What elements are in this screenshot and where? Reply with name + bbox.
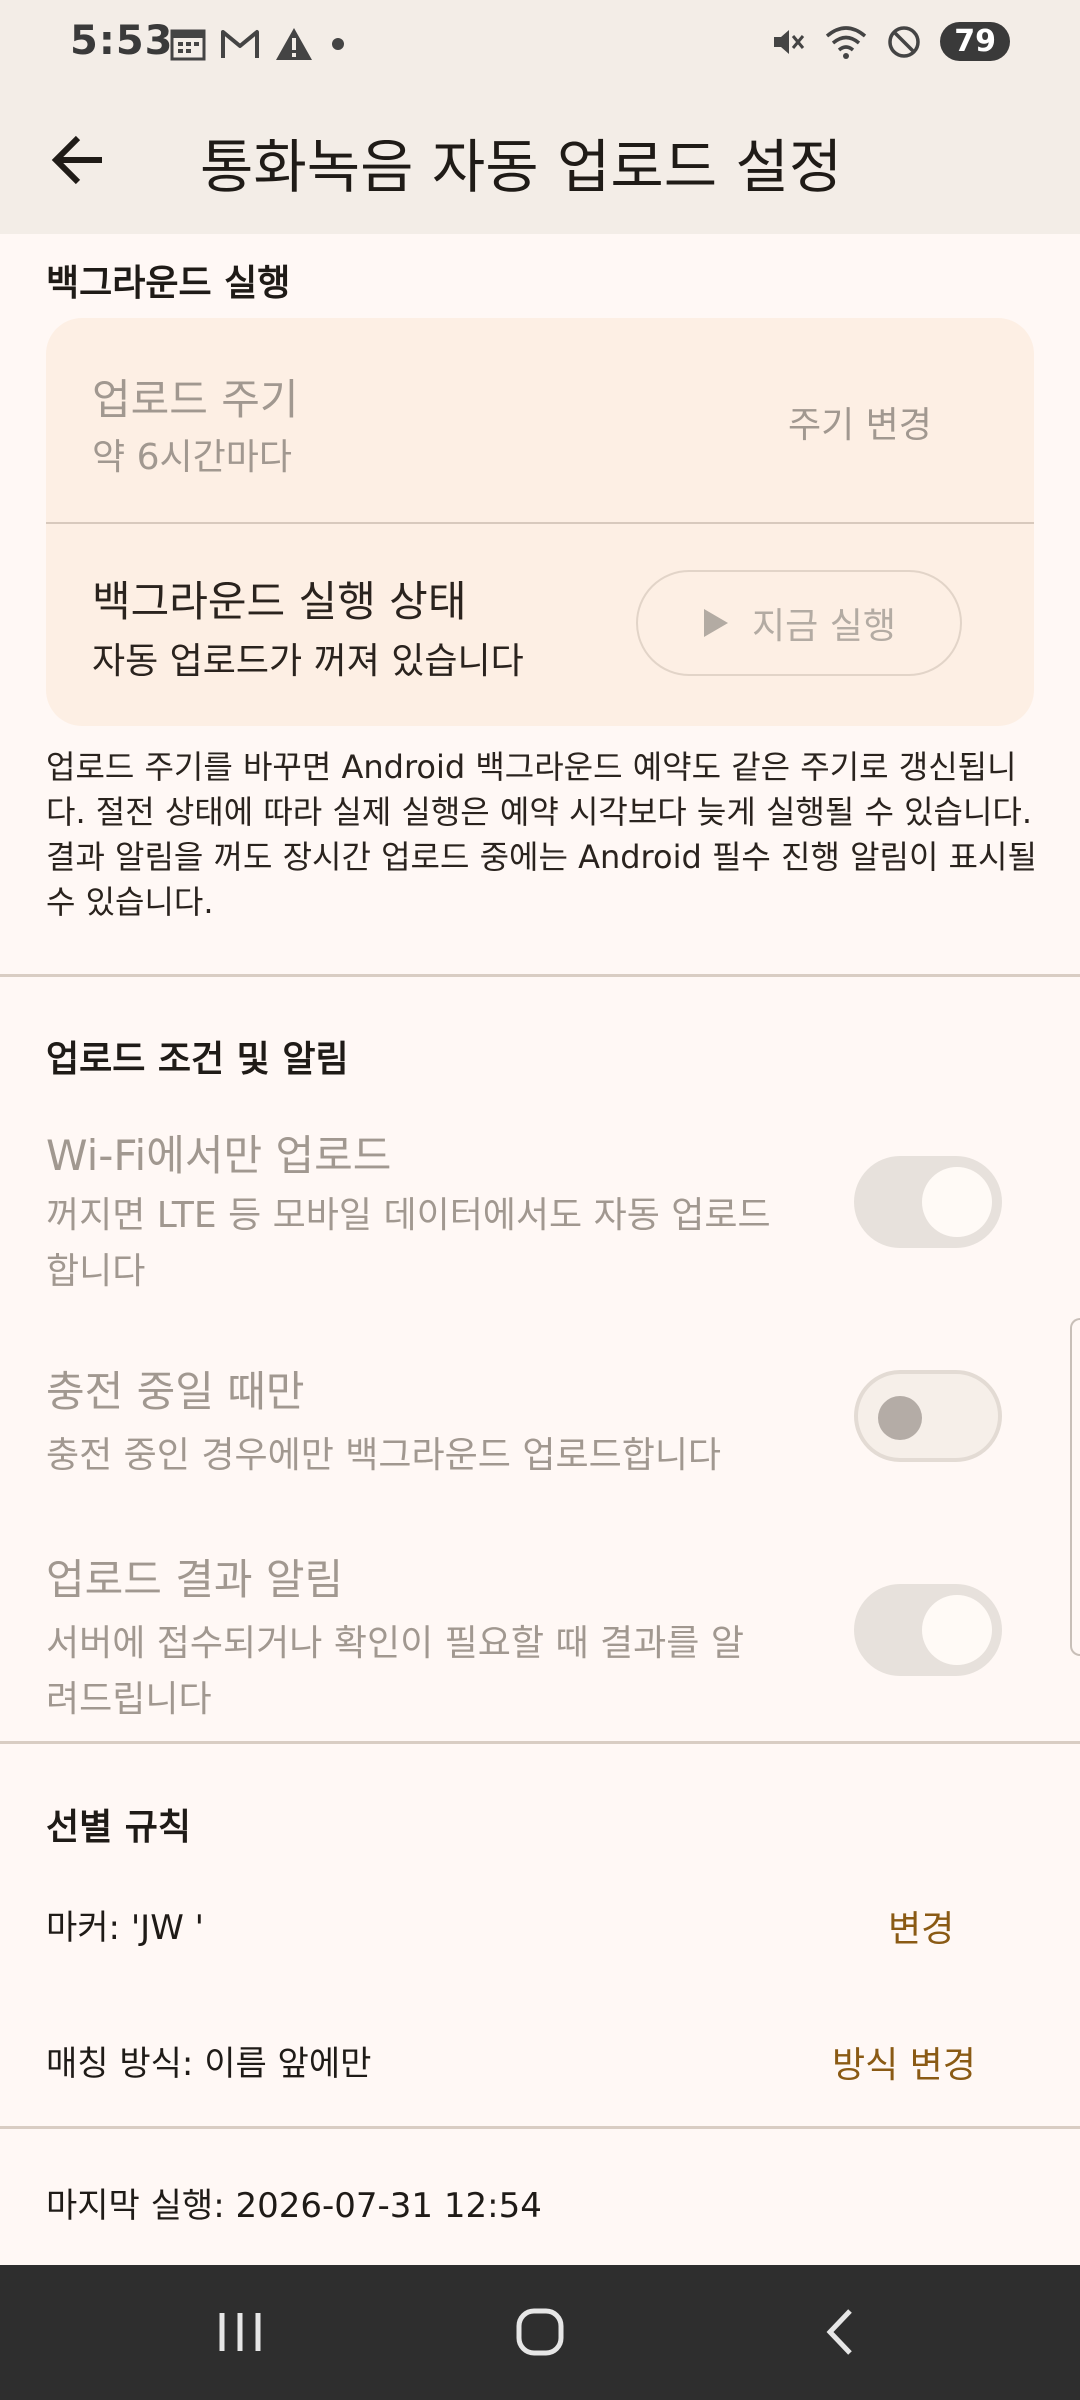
status-time: 5:53: [70, 18, 174, 64]
background-note: 업로드 주기를 바꾸면 Android 백그라운드 예약도 같은 주기로 갱신됩…: [46, 748, 1037, 921]
run-status-value: 자동 업로드가 꺼져 있습니다: [92, 641, 524, 682]
marker-label: 마커: 'JW ': [46, 1908, 204, 1948]
matching-label: 매칭 방식: 이름 앞에만: [46, 2044, 372, 2084]
section-divider: [0, 974, 1080, 977]
wifi-only-toggle[interactable]: [854, 1156, 1002, 1248]
toggle-knob: [922, 1595, 992, 1665]
battery-indicator: 79: [940, 22, 1010, 61]
result-notification-desc-cont: 려드립니다: [46, 1679, 212, 1720]
background-card: 업로드 주기 약 6시간마다 주기 변경 백그라운드 실행 상태 자동 업로드가…: [46, 318, 1034, 726]
system-icons: 79: [770, 22, 1010, 61]
charging-only-desc: 충전 중인 경우에만 백그라운드 업로드합니다: [46, 1435, 722, 1476]
upload-period-title: 업로드 주기: [92, 375, 299, 424]
back-nav-icon[interactable]: [800, 2297, 880, 2367]
gmail-icon: [221, 30, 259, 58]
arrow-back-icon[interactable]: [48, 128, 112, 192]
card-divider: [46, 522, 1034, 524]
charging-only-title: 충전 중일 때만: [46, 1367, 305, 1416]
home-icon[interactable]: [500, 2297, 580, 2367]
result-notification-desc: 서버에 접수되거나 확인이 필요할 때 결과를 알: [46, 1623, 744, 1664]
scrollbar[interactable]: [1070, 1318, 1080, 1656]
calendar-icon: [170, 29, 206, 61]
change-matching-button[interactable]: 방식 변경: [832, 2036, 976, 2088]
run-status-title: 백그라운드 실행 상태: [92, 577, 467, 626]
toggle-knob: [878, 1396, 922, 1440]
section-header-filter: 선별 규칙: [46, 1807, 192, 1848]
last-run-text: 마지막 실행: 2026-07-31 12:54: [46, 2186, 542, 2226]
mute-vibrate-icon: [774, 29, 805, 54]
recent-apps-icon[interactable]: [200, 2297, 280, 2367]
app-bar: 통화녹음 자동 업로드 설정: [0, 92, 1080, 234]
wifi-only-desc: 꺼지면 LTE 등 모바일 데이터에서도 자동 업로드: [46, 1195, 771, 1236]
section-divider: [0, 2126, 1080, 2129]
run-now-button[interactable]: 지금 실행: [636, 570, 962, 676]
change-marker-button[interactable]: 변경: [888, 1900, 954, 1952]
result-notification-toggle[interactable]: [854, 1584, 1002, 1676]
upload-period-value: 약 6시간마다: [92, 437, 292, 478]
wifi-icon: [826, 25, 867, 59]
notification-icons: [170, 26, 348, 62]
toggle-knob: [922, 1167, 992, 1237]
section-header-conditions: 업로드 조건 및 알림: [46, 1039, 349, 1080]
status-bar: 5:53 79: [0, 0, 1080, 92]
wifi-only-title: Wi-Fi에서만 업로드: [46, 1131, 392, 1180]
section-divider: [0, 1741, 1080, 1744]
dot-icon: [332, 38, 344, 50]
navigation-bar: [0, 2265, 1080, 2400]
page-title: 통화녹음 자동 업로드 설정: [200, 133, 843, 201]
play-icon: [704, 609, 729, 637]
result-notification-title: 업로드 결과 알림: [46, 1555, 344, 1604]
section-header-background: 백그라운드 실행: [46, 263, 291, 304]
wifi-only-desc-cont: 합니다: [46, 1251, 146, 1292]
run-now-label: 지금 실행: [752, 606, 896, 647]
change-period-button[interactable]: 주기 변경: [788, 396, 932, 448]
do-not-disturb-icon: [888, 25, 920, 58]
charging-only-toggle[interactable]: [854, 1370, 1002, 1462]
warning-icon: [276, 28, 312, 60]
